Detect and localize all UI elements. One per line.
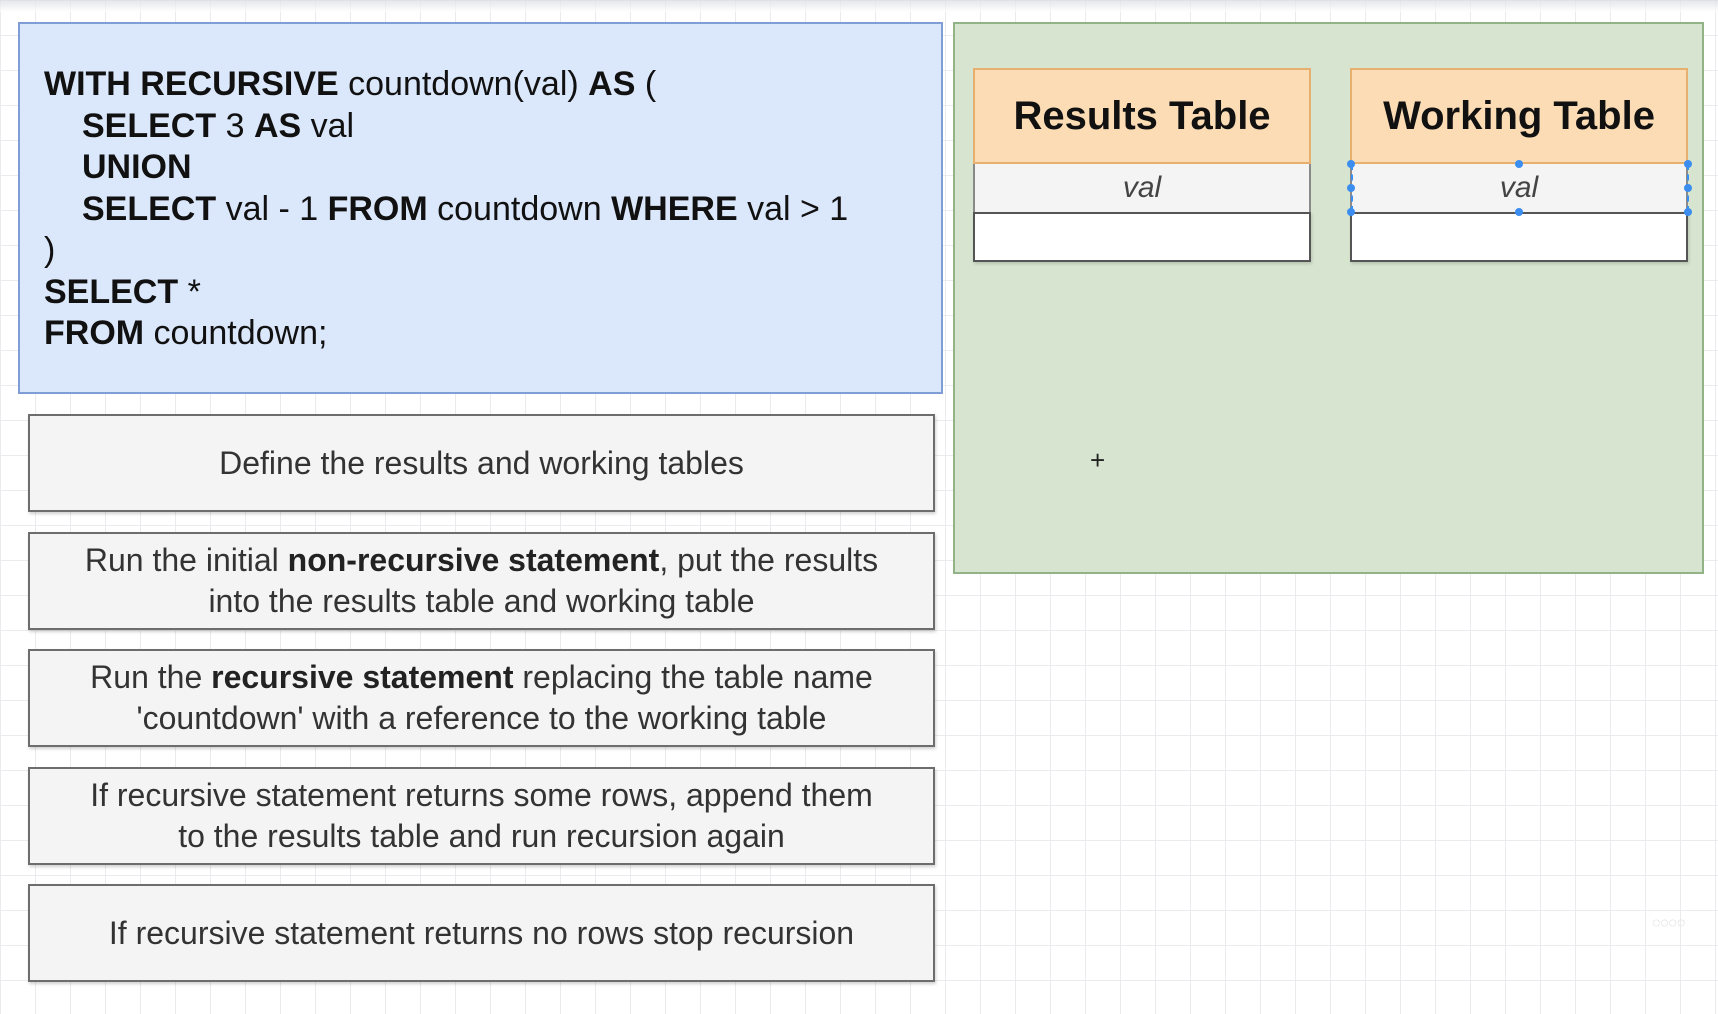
selection-handle[interactable]	[1684, 160, 1692, 168]
selection-handle[interactable]	[1684, 184, 1692, 192]
step-text-line: If recursive statement returns no rows s…	[109, 913, 854, 954]
crosshair-cursor-icon: +	[1090, 445, 1106, 475]
code-line: WITH RECURSIVE countdown(val) AS (	[44, 64, 941, 106]
code-keyword: WHERE	[611, 189, 738, 228]
step-box-5: If recursive statement returns no rows s…	[28, 884, 935, 982]
step-text: Run the recursive statement replacing th…	[90, 657, 873, 739]
step-text-part: into the results table and working table	[208, 583, 755, 619]
step-text-line: to the results table and run recursion a…	[90, 816, 873, 857]
working-table-empty-row	[1350, 212, 1688, 262]
code-text: )	[44, 231, 56, 269]
tables-canvas[interactable]: Results Table val Working Table val	[953, 22, 1704, 574]
step-text: If recursive statement returns some rows…	[90, 775, 873, 857]
code-text: countdown	[427, 189, 612, 228]
step-box-3: Run the recursive statement replacing th…	[28, 649, 935, 747]
code-text: countdown(val)	[338, 65, 589, 103]
results-table-title: Results Table	[973, 68, 1311, 164]
working-table-column-header[interactable]: val	[1350, 164, 1688, 212]
code-keyword: FROM	[327, 189, 428, 228]
step-text-part: If recursive statement returns no rows s…	[108, 914, 855, 951]
working-table-title: Working Table	[1350, 68, 1688, 164]
code-keyword: UNION	[82, 148, 192, 186]
step-text-part: to the results table and run recursion a…	[178, 818, 785, 854]
step-text: Define the results and working tables	[219, 443, 744, 484]
code-keyword: AS	[588, 65, 636, 103]
step-text-line: Define the results and working tables	[219, 443, 744, 484]
code-text: val > 1	[737, 189, 849, 228]
selection-handle[interactable]	[1515, 208, 1523, 216]
step-text-line: If recursive statement returns some rows…	[90, 775, 873, 816]
step-text-part: If recursive statement returns some rows…	[90, 777, 873, 813]
step-text-part: , put the results	[659, 542, 879, 578]
code-keyword: SELECT	[82, 189, 217, 228]
step-box-2: Run the initial non-recursive statement,…	[28, 532, 935, 630]
step-box-1: Define the results and working tables	[28, 414, 935, 512]
code-text: countdown;	[144, 314, 328, 352]
results-table[interactable]: Results Table val	[973, 68, 1311, 262]
step-text-bold: non-recursive statement	[287, 542, 660, 578]
code-text: val	[301, 106, 355, 145]
step-text: Run the initial non-recursive statement,…	[85, 540, 878, 622]
watermark-logo-icon: ◌◌◌◌	[1652, 914, 1686, 930]
step-text-line: Run the recursive statement replacing th…	[90, 657, 873, 698]
step-text-part: Run the	[90, 659, 212, 695]
code-keyword: SELECT	[44, 272, 179, 311]
code-text: 3	[216, 106, 254, 145]
selection-handle[interactable]	[1684, 208, 1692, 216]
step-text-line: Run the initial non-recursive statement,…	[85, 540, 878, 581]
step-text-part: Run the initial	[84, 542, 288, 578]
code-text: (	[635, 65, 657, 103]
code-line: SELECT 3 AS val	[44, 106, 941, 148]
step-text-line: 'countdown' with a reference to the work…	[90, 698, 873, 739]
selection-handle[interactable]	[1347, 184, 1355, 192]
sql-code-block: WITH RECURSIVE countdown(val) AS (SELECT…	[18, 22, 943, 394]
results-table-column-header: val	[973, 164, 1311, 212]
code-text: val - 1	[216, 189, 328, 228]
step-text-line: into the results table and working table	[85, 581, 878, 622]
step-text-part: replacing the table name	[513, 659, 873, 695]
code-line: SELECT val - 1 FROM countdown WHERE val …	[44, 189, 941, 231]
code-line: SELECT *	[44, 272, 941, 314]
code-line: )	[44, 230, 941, 272]
step-box-4: If recursive statement returns some rows…	[28, 767, 935, 865]
step-text: If recursive statement returns no rows s…	[109, 913, 854, 954]
results-table-empty-row	[973, 212, 1311, 262]
selection-handle[interactable]	[1515, 160, 1523, 168]
code-line: UNION	[44, 147, 941, 189]
code-keyword: SELECT	[82, 106, 217, 145]
code-text: *	[178, 272, 201, 311]
step-text-part: Define the results and working tables	[219, 444, 744, 481]
step-text-part: 'countdown' with a reference to the work…	[136, 700, 827, 736]
code-keyword: WITH RECURSIVE	[44, 65, 339, 103]
step-text-bold: recursive statement	[211, 659, 514, 695]
code-keyword: AS	[253, 106, 302, 145]
code-keyword: FROM	[44, 314, 145, 352]
selection-handle[interactable]	[1347, 160, 1355, 168]
toolbar-strip	[0, 0, 1718, 12]
code-line: FROM countdown;	[44, 313, 941, 355]
selection-handle[interactable]	[1347, 208, 1355, 216]
